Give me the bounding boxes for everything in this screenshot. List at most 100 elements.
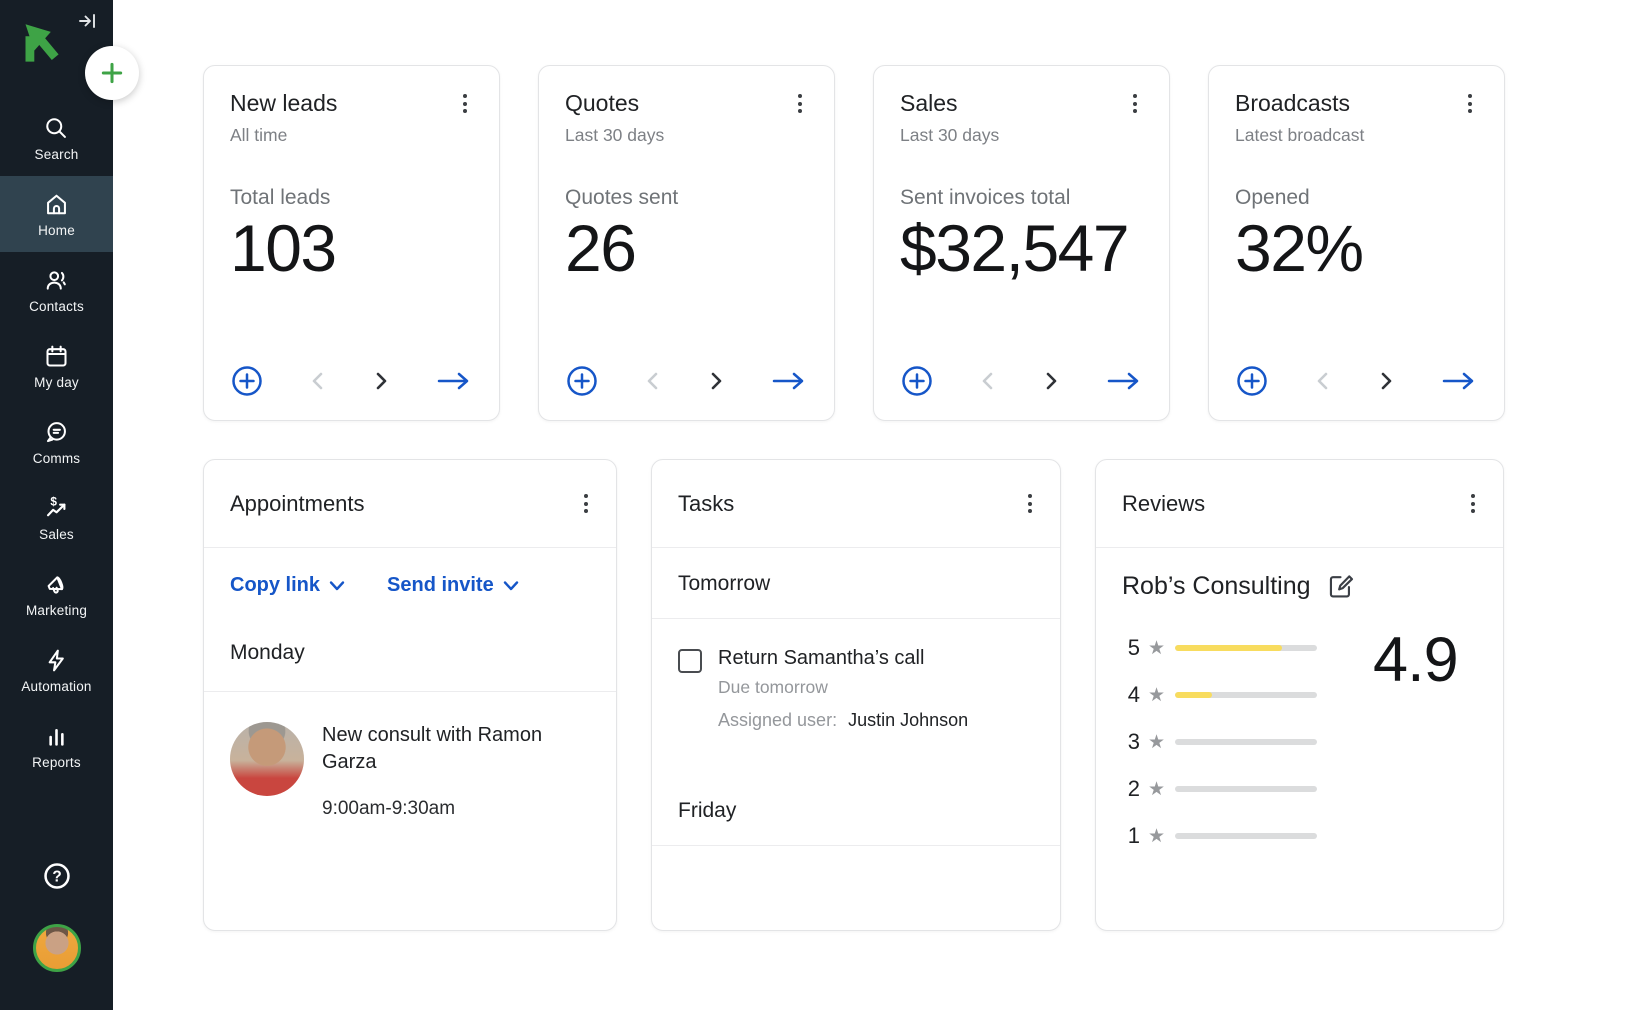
contact-avatar (230, 722, 304, 796)
card-menu-button[interactable] (1127, 90, 1143, 117)
quotes-card: Quotes Last 30 days Quotes sent 26 (538, 65, 835, 421)
sidebar-item-home[interactable]: Home (0, 176, 113, 252)
next-page-button[interactable] (1041, 370, 1061, 392)
card-title: New leads (230, 90, 337, 117)
next-page-button[interactable] (706, 370, 726, 392)
keap-logo[interactable] (18, 22, 66, 66)
sidebar-item-my-day[interactable]: My day (0, 328, 113, 404)
add-button[interactable] (565, 364, 599, 398)
card-title: Tasks (678, 491, 734, 517)
chevron-right-icon (371, 370, 391, 392)
add-button[interactable] (230, 364, 264, 398)
sidebar-item-comms[interactable]: Comms (0, 404, 113, 480)
reviews-card: Reviews Rob’s Consulting (1095, 459, 1504, 931)
add-button[interactable] (900, 364, 934, 398)
prev-page-button[interactable] (308, 370, 328, 392)
card-menu-button[interactable] (1465, 490, 1481, 517)
card-menu-button[interactable] (457, 90, 473, 117)
metric-value: 103 (230, 214, 473, 283)
keap-arrow-icon (18, 22, 66, 66)
circled-plus-icon (230, 364, 264, 398)
collapse-arrow-icon (77, 10, 99, 32)
sidebar-item-contacts[interactable]: Contacts (0, 252, 113, 328)
sidebar-item-label: Reports (32, 755, 81, 770)
sidebar: Search Home Contacts (0, 0, 113, 1010)
circled-plus-icon (1235, 364, 1269, 398)
sidebar-item-marketing[interactable]: Marketing (0, 556, 113, 632)
sidebar-item-label: Contacts (29, 299, 84, 314)
send-invite-button[interactable]: Send invite (387, 574, 519, 597)
star-icon: ★ (1148, 733, 1165, 752)
appointment-title: New consult with Ramon Garza (322, 722, 562, 776)
edit-pencil-icon (1327, 573, 1354, 600)
home-icon (43, 191, 70, 218)
prev-page-button[interactable] (643, 370, 663, 392)
rating-bar-row: 1 ★ (1122, 823, 1317, 849)
average-rating: 4.9 (1373, 629, 1458, 849)
edit-business-button[interactable] (1327, 573, 1354, 600)
prev-page-button[interactable] (1313, 370, 1333, 392)
card-title: Sales (900, 90, 958, 117)
card-menu-button[interactable] (1462, 90, 1478, 117)
prev-page-button[interactable] (978, 370, 998, 392)
sidebar-bottom: ? (0, 860, 113, 1010)
calendar-icon (43, 343, 70, 370)
add-button[interactable] (1235, 364, 1269, 398)
add-new-button[interactable] (85, 46, 139, 100)
task-assigned-row: Assigned user: Justin Johnson (718, 710, 968, 731)
chevron-left-icon (643, 370, 663, 392)
rating-bar-track (1175, 692, 1317, 698)
card-title: Broadcasts (1235, 90, 1350, 117)
help-button[interactable]: ? (41, 860, 73, 892)
next-page-button[interactable] (371, 370, 391, 392)
sidebar-item-search[interactable]: Search (0, 100, 113, 176)
lightning-icon (43, 647, 70, 674)
svg-text:?: ? (52, 869, 61, 886)
task-checkbox[interactable] (678, 649, 702, 673)
metric-label: Opened (1235, 186, 1478, 210)
arrow-right-icon (770, 370, 808, 392)
next-page-button[interactable] (1376, 370, 1396, 392)
sales-trend-icon: $ (43, 495, 70, 522)
task-title: Return Samantha’s call (718, 647, 968, 670)
go-to-report-button[interactable] (1105, 370, 1143, 392)
task-section-label: Tomorrow (652, 548, 1060, 618)
chevron-right-icon (1376, 370, 1396, 392)
go-to-report-button[interactable] (1440, 370, 1478, 392)
rating-bar-row: 3 ★ (1122, 729, 1317, 755)
copy-link-button[interactable]: Copy link (230, 574, 345, 597)
rating-bar-fill (1175, 645, 1282, 651)
send-invite-label: Send invite (387, 574, 494, 597)
card-menu-button[interactable] (578, 490, 594, 517)
star-count: 2 (1122, 776, 1140, 802)
user-avatar[interactable] (33, 924, 81, 972)
card-menu-button[interactable] (1022, 490, 1038, 517)
chat-bubble-icon (43, 419, 70, 446)
collapse-sidebar-button[interactable] (75, 8, 101, 34)
help-icon: ? (41, 860, 73, 892)
circled-plus-icon (900, 364, 934, 398)
metric-value: 26 (565, 214, 808, 283)
sidebar-item-label: Search (35, 147, 79, 162)
star-icon: ★ (1148, 686, 1165, 705)
arrow-right-icon (1105, 370, 1143, 392)
plus-icon (99, 60, 125, 86)
circled-plus-icon (565, 364, 599, 398)
star-count: 5 (1122, 635, 1140, 661)
sidebar-item-label: Marketing (26, 603, 87, 618)
sidebar-item-label: Sales (39, 527, 74, 542)
sidebar-item-automation[interactable]: Automation (0, 632, 113, 708)
card-menu-button[interactable] (792, 90, 808, 117)
task-item[interactable]: Return Samantha’s call Due tomorrow Assi… (652, 619, 1060, 731)
rating-bar-track (1175, 786, 1317, 792)
sidebar-item-label: Home (38, 223, 75, 238)
sidebar-item-reports[interactable]: Reports (0, 708, 113, 784)
card-title: Reviews (1122, 491, 1205, 517)
task-due-date: Due tomorrow (718, 677, 968, 698)
go-to-report-button[interactable] (435, 370, 473, 392)
appointment-item[interactable]: New consult with Ramon Garza 9:00am-9:30… (230, 722, 590, 820)
go-to-report-button[interactable] (770, 370, 808, 392)
card-subtitle: Last 30 days (900, 125, 1143, 146)
copy-link-label: Copy link (230, 574, 320, 597)
sidebar-item-sales[interactable]: $ Sales (0, 480, 113, 556)
